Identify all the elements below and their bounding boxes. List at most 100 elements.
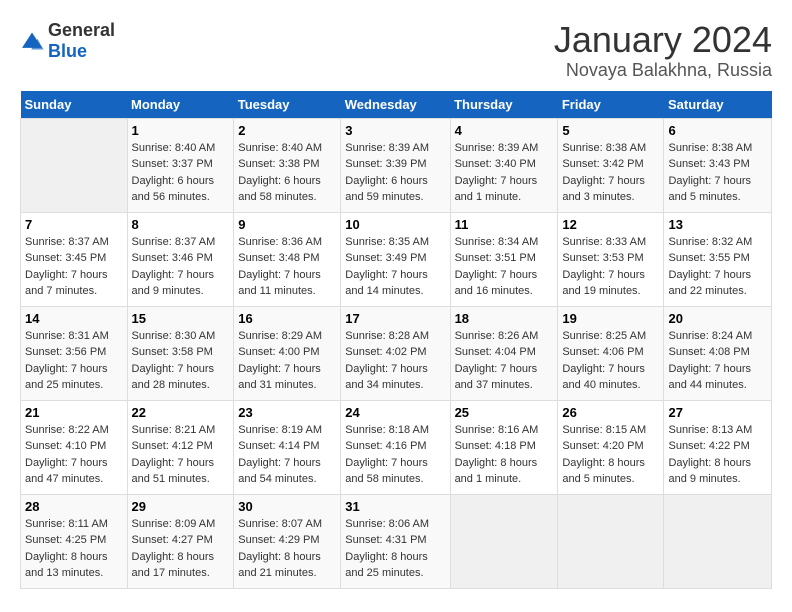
- day-number: 8: [132, 217, 230, 232]
- day-number: 4: [455, 123, 554, 138]
- day-info: Sunrise: 8:06 AMSunset: 4:31 PMDaylight:…: [345, 516, 445, 582]
- week-row-1: 7 Sunrise: 8:37 AMSunset: 3:45 PMDaylight…: [21, 212, 772, 306]
- calendar-cell: [558, 494, 664, 588]
- day-number: 15: [132, 311, 230, 326]
- day-info: Sunrise: 8:37 AMSunset: 3:45 PMDaylight:…: [25, 234, 123, 300]
- day-number: 11: [455, 217, 554, 232]
- day-info: Sunrise: 8:26 AMSunset: 4:04 PMDaylight:…: [455, 328, 554, 394]
- weekday-header-thursday: Thursday: [450, 91, 558, 119]
- calendar-cell: 11 Sunrise: 8:34 AMSunset: 3:51 PMDayligh…: [450, 212, 558, 306]
- day-info: Sunrise: 8:37 AMSunset: 3:46 PMDaylight:…: [132, 234, 230, 300]
- header: General Blue January 2024 Novaya Balakhn…: [20, 20, 772, 81]
- day-number: 5: [562, 123, 659, 138]
- day-number: 24: [345, 405, 445, 420]
- day-number: 7: [25, 217, 123, 232]
- day-number: 21: [25, 405, 123, 420]
- day-info: Sunrise: 8:15 AMSunset: 4:20 PMDaylight:…: [562, 422, 659, 488]
- day-info: Sunrise: 8:13 AMSunset: 4:22 PMDaylight:…: [668, 422, 767, 488]
- day-number: 13: [668, 217, 767, 232]
- calendar-cell: 19 Sunrise: 8:25 AMSunset: 4:06 PMDayligh…: [558, 306, 664, 400]
- day-number: 28: [25, 499, 123, 514]
- calendar-cell: 13 Sunrise: 8:32 AMSunset: 3:55 PMDayligh…: [664, 212, 772, 306]
- day-info: Sunrise: 8:40 AMSunset: 3:37 PMDaylight:…: [132, 140, 230, 206]
- calendar-cell: 26 Sunrise: 8:15 AMSunset: 4:20 PMDayligh…: [558, 400, 664, 494]
- week-row-2: 14 Sunrise: 8:31 AMSunset: 3:56 PMDayligh…: [21, 306, 772, 400]
- calendar-cell: 20 Sunrise: 8:24 AMSunset: 4:08 PMDayligh…: [664, 306, 772, 400]
- calendar-cell: 15Sunrise: 8:30 AMSunset: 3:58 PMDayligh…: [127, 306, 234, 400]
- day-number: 1: [132, 123, 230, 138]
- day-info: Sunrise: 8:36 AMSunset: 3:48 PMDaylight:…: [238, 234, 336, 300]
- day-info: Sunrise: 8:34 AMSunset: 3:51 PMDaylight:…: [455, 234, 554, 300]
- calendar-cell: 10Sunrise: 8:35 AMSunset: 3:49 PMDayligh…: [341, 212, 450, 306]
- logo-blue: Blue: [48, 41, 87, 61]
- calendar-cell: 7 Sunrise: 8:37 AMSunset: 3:45 PMDaylight…: [21, 212, 128, 306]
- day-number: 16: [238, 311, 336, 326]
- day-number: 12: [562, 217, 659, 232]
- calendar-cell: 9 Sunrise: 8:36 AMSunset: 3:48 PMDaylight…: [234, 212, 341, 306]
- calendar-cell: 22 Sunrise: 8:21 AMSunset: 4:12 PMDayligh…: [127, 400, 234, 494]
- day-number: 20: [668, 311, 767, 326]
- day-info: Sunrise: 8:24 AMSunset: 4:08 PMDaylight:…: [668, 328, 767, 394]
- weekday-header-wednesday: Wednesday: [341, 91, 450, 119]
- day-info: Sunrise: 8:33 AMSunset: 3:53 PMDaylight:…: [562, 234, 659, 300]
- day-number: 9: [238, 217, 336, 232]
- day-info: Sunrise: 8:07 AMSunset: 4:29 PMDaylight:…: [238, 516, 336, 582]
- day-number: 6: [668, 123, 767, 138]
- day-number: 25: [455, 405, 554, 420]
- calendar-cell: 24 Sunrise: 8:18 AMSunset: 4:16 PMDayligh…: [341, 400, 450, 494]
- calendar-cell: 12 Sunrise: 8:33 AMSunset: 3:53 PMDayligh…: [558, 212, 664, 306]
- day-info: Sunrise: 8:11 AMSunset: 4:25 PMDaylight:…: [25, 516, 123, 582]
- calendar-cell: [450, 494, 558, 588]
- calendar-cell: 25 Sunrise: 8:16 AMSunset: 4:18 PMDayligh…: [450, 400, 558, 494]
- calendar-cell: 30 Sunrise: 8:07 AMSunset: 4:29 PMDayligh…: [234, 494, 341, 588]
- calendar-cell: 27 Sunrise: 8:13 AMSunset: 4:22 PMDayligh…: [664, 400, 772, 494]
- day-info: Sunrise: 8:39 AMSunset: 3:39 PMDaylight:…: [345, 140, 445, 206]
- calendar-cell: 17 Sunrise: 8:28 AMSunset: 4:02 PMDayligh…: [341, 306, 450, 400]
- calendar-cell: 8 Sunrise: 8:37 AMSunset: 3:46 PMDaylight…: [127, 212, 234, 306]
- logo-icon: [20, 31, 44, 51]
- day-info: Sunrise: 8:31 AMSunset: 3:56 PMDaylight:…: [25, 328, 123, 394]
- calendar-cell: 21 Sunrise: 8:22 AMSunset: 4:10 PMDayligh…: [21, 400, 128, 494]
- day-info: Sunrise: 8:22 AMSunset: 4:10 PMDaylight:…: [25, 422, 123, 488]
- day-number: 26: [562, 405, 659, 420]
- main-title: January 2024: [554, 20, 772, 60]
- calendar-cell: [664, 494, 772, 588]
- day-number: 27: [668, 405, 767, 420]
- calendar-cell: 6Sunrise: 8:38 AMSunset: 3:43 PMDaylight…: [664, 118, 772, 212]
- day-number: 2: [238, 123, 336, 138]
- day-number: 22: [132, 405, 230, 420]
- day-info: Sunrise: 8:29 AMSunset: 4:00 PMDaylight:…: [238, 328, 336, 394]
- calendar-cell: 29Sunrise: 8:09 AMSunset: 4:27 PMDayligh…: [127, 494, 234, 588]
- day-info: Sunrise: 8:19 AMSunset: 4:14 PMDaylight:…: [238, 422, 336, 488]
- day-info: Sunrise: 8:28 AMSunset: 4:02 PMDaylight:…: [345, 328, 445, 394]
- day-number: 14: [25, 311, 123, 326]
- calendar-cell: 1 Sunrise: 8:40 AMSunset: 3:37 PMDaylight…: [127, 118, 234, 212]
- day-number: 18: [455, 311, 554, 326]
- day-info: Sunrise: 8:16 AMSunset: 4:18 PMDaylight:…: [455, 422, 554, 488]
- day-number: 23: [238, 405, 336, 420]
- day-number: 19: [562, 311, 659, 326]
- calendar-cell: 18 Sunrise: 8:26 AMSunset: 4:04 PMDayligh…: [450, 306, 558, 400]
- day-number: 31: [345, 499, 445, 514]
- day-info: Sunrise: 8:35 AMSunset: 3:49 PMDaylight:…: [345, 234, 445, 300]
- day-info: Sunrise: 8:32 AMSunset: 3:55 PMDaylight:…: [668, 234, 767, 300]
- day-info: Sunrise: 8:25 AMSunset: 4:06 PMDaylight:…: [562, 328, 659, 394]
- title-area: January 2024 Novaya Balakhna, Russia: [554, 20, 772, 81]
- calendar-cell: 23 Sunrise: 8:19 AMSunset: 4:14 PMDayligh…: [234, 400, 341, 494]
- calendar-cell: 31 Sunrise: 8:06 AMSunset: 4:31 PMDayligh…: [341, 494, 450, 588]
- calendar-cell: 16 Sunrise: 8:29 AMSunset: 4:00 PMDayligh…: [234, 306, 341, 400]
- logo-general: General: [48, 20, 115, 40]
- day-info: Sunrise: 8:18 AMSunset: 4:16 PMDaylight:…: [345, 422, 445, 488]
- day-number: 17: [345, 311, 445, 326]
- week-row-3: 21 Sunrise: 8:22 AMSunset: 4:10 PMDayligh…: [21, 400, 772, 494]
- day-info: Sunrise: 8:21 AMSunset: 4:12 PMDaylight:…: [132, 422, 230, 488]
- day-info: Sunrise: 8:09 AMSunset: 4:27 PMDaylight:…: [132, 516, 230, 582]
- calendar-cell: 5Sunrise: 8:38 AMSunset: 3:42 PMDaylight…: [558, 118, 664, 212]
- logo: General Blue: [20, 20, 115, 62]
- week-row-0: 1 Sunrise: 8:40 AMSunset: 3:37 PMDaylight…: [21, 118, 772, 212]
- day-info: Sunrise: 8:40 AMSunset: 3:38 PMDaylight:…: [238, 140, 336, 206]
- weekday-header-saturday: Saturday: [664, 91, 772, 119]
- day-number: 3: [345, 123, 445, 138]
- calendar-cell: 2 Sunrise: 8:40 AMSunset: 3:38 PMDaylight…: [234, 118, 341, 212]
- day-number: 30: [238, 499, 336, 514]
